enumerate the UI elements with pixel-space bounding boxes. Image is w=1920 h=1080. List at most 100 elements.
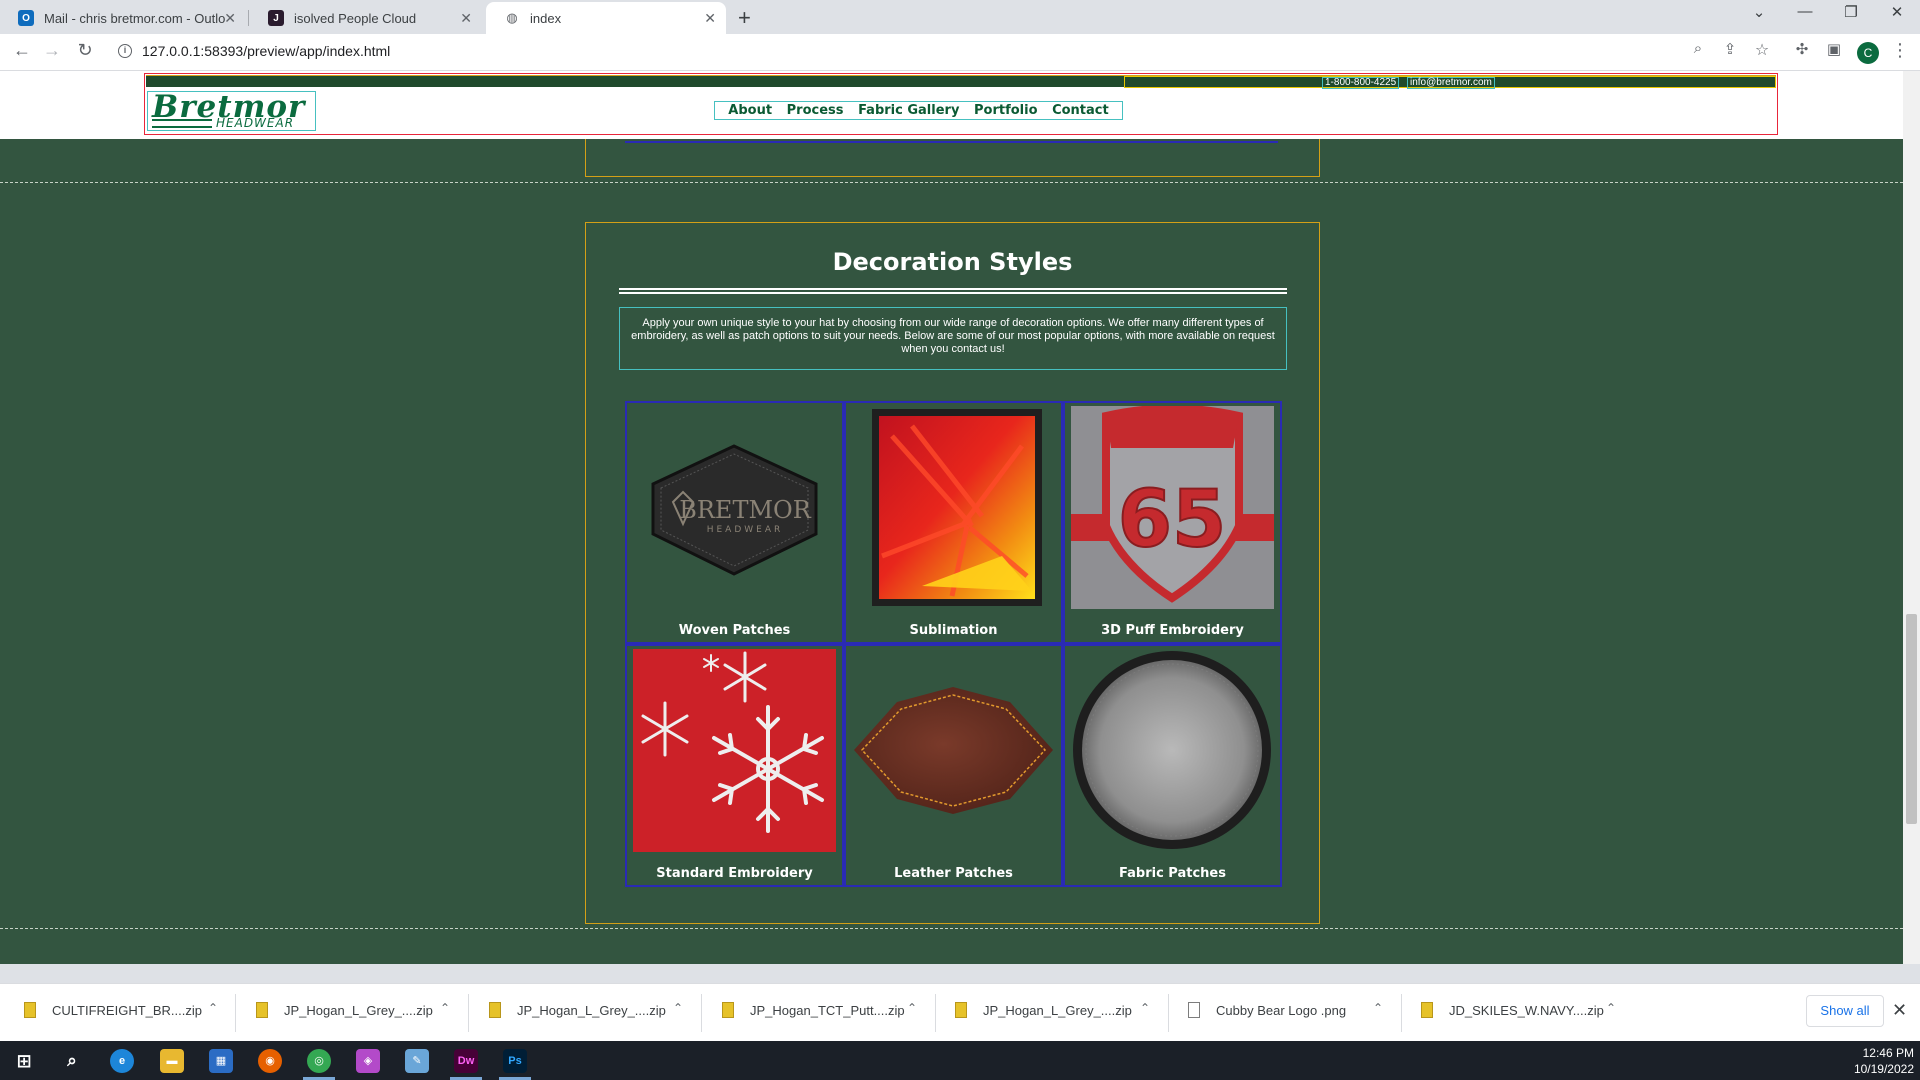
- bookmark-star-icon[interactable]: ☆: [1750, 40, 1774, 60]
- nav-about[interactable]: About: [728, 103, 772, 118]
- section-divider: [0, 928, 1903, 929]
- scrollbar-thumb[interactable]: [1906, 614, 1917, 824]
- system-clock[interactable]: 12:46 PM 10/19/2022: [1830, 1045, 1914, 1077]
- close-icon[interactable]: ✕: [224, 10, 236, 27]
- chevron-up-icon[interactable]: ⌃: [907, 1001, 917, 1015]
- decoration-card-sublimation[interactable]: Sublimation: [844, 401, 1063, 644]
- windows-start-icon[interactable]: ⊞: [12, 1049, 36, 1073]
- tab-title: index: [530, 10, 562, 26]
- decoration-label: Sublimation: [909, 623, 998, 638]
- decoration-card-woven[interactable]: BRETMOR HEADWEAR Woven Patches: [625, 401, 844, 644]
- chevron-up-icon[interactable]: ⌃: [673, 1001, 683, 1015]
- download-item[interactable]: JP_Hogan_L_Grey_....zip: [955, 1002, 1132, 1018]
- download-name: JP_Hogan_TCT_Putt....zip: [750, 1002, 905, 1018]
- extensions-icon[interactable]: ✣: [1790, 40, 1814, 58]
- store-icon[interactable]: ▦: [209, 1049, 233, 1073]
- logo-subtitle: HEADWEAR: [216, 116, 295, 130]
- show-all-button[interactable]: Show all: [1806, 995, 1884, 1027]
- tab-index[interactable]: ◍ index ✕: [486, 2, 726, 34]
- zip-file-icon: [1421, 1002, 1433, 1018]
- zip-file-icon: [722, 1002, 734, 1018]
- nav-portfolio[interactable]: Portfolio: [974, 103, 1038, 118]
- puff-embroidery-image: 65: [1071, 406, 1274, 609]
- file-explorer-icon[interactable]: ▬: [160, 1049, 184, 1073]
- dreamweaver-icon[interactable]: Dw: [454, 1049, 478, 1073]
- tab-mail[interactable]: O Mail - chris bretmor.com - Outlo ✕: [0, 2, 246, 34]
- nav-contact[interactable]: Contact: [1052, 103, 1109, 118]
- chevron-up-icon[interactable]: ⌃: [1140, 1001, 1150, 1015]
- previous-section: [585, 139, 1320, 177]
- notepad-icon[interactable]: ✎: [405, 1049, 429, 1073]
- decoration-label: Fabric Patches: [1119, 866, 1226, 881]
- chevron-up-icon[interactable]: ⌃: [440, 1001, 450, 1015]
- decoration-card-standard[interactable]: Standard Embroidery: [625, 644, 844, 887]
- decoration-card-leather[interactable]: Leather Patches: [844, 644, 1063, 887]
- download-item[interactable]: Cubby Bear Logo .png: [1188, 1002, 1346, 1018]
- chevron-up-icon[interactable]: ⌃: [208, 1001, 218, 1015]
- fabric-patch-image: [1073, 651, 1271, 849]
- close-icon[interactable]: ✕: [1892, 1000, 1907, 1021]
- close-window-button[interactable]: ✕: [1874, 3, 1920, 21]
- nav-process[interactable]: Process: [787, 103, 844, 118]
- back-button[interactable]: ←: [10, 40, 34, 61]
- zoom-icon[interactable]: ⌕: [1686, 40, 1710, 57]
- new-tab-button[interactable]: +: [738, 5, 751, 31]
- search-icon[interactable]: ⌕: [60, 1049, 84, 1073]
- decoration-styles-section: Decoration Styles Apply your own unique …: [585, 222, 1320, 924]
- windows-taskbar: ⊞ ⌕ e ▬ ▦ ◉ ◎ ◈ ✎ Dw Ps 12:46 PM 10/19/2…: [0, 1041, 1920, 1080]
- forward-button[interactable]: →: [40, 40, 64, 61]
- phone-link[interactable]: 1-800-800-4225: [1322, 77, 1400, 89]
- browser-tabstrip: O Mail - chris bretmor.com - Outlo ✕ J i…: [0, 0, 1920, 34]
- logo-lines: [152, 119, 212, 128]
- title-rule: [619, 288, 1287, 294]
- section-intro: Apply your own unique style to your hat …: [619, 307, 1287, 370]
- download-item[interactable]: JP_Hogan_L_Grey_....zip: [489, 1002, 666, 1018]
- side-panel-icon[interactable]: ▣: [1822, 40, 1846, 58]
- chrome-icon[interactable]: ◎: [307, 1049, 331, 1073]
- close-icon[interactable]: ✕: [460, 10, 472, 27]
- site-info-icon[interactable]: i: [118, 44, 132, 58]
- zip-file-icon: [24, 1002, 36, 1018]
- tab-search-icon[interactable]: ⌄: [1736, 3, 1782, 21]
- firefox-icon[interactable]: ◉: [258, 1049, 282, 1073]
- photos-icon[interactable]: ◈: [356, 1049, 380, 1073]
- site-logo[interactable]: Bretmor HEADWEAR: [147, 89, 316, 131]
- address-bar[interactable]: 127.0.0.1:58393/preview/app/index.html: [142, 43, 390, 59]
- zip-file-icon: [489, 1002, 501, 1018]
- email-link[interactable]: info@bretmor.com: [1407, 77, 1495, 89]
- divider: [935, 994, 936, 1032]
- download-item[interactable]: JP_Hogan_L_Grey_....zip: [256, 1002, 433, 1018]
- vertical-scrollbar[interactable]: [1903, 71, 1920, 964]
- contact-bar: 1-800-800-4225 info@bretmor.com: [1124, 76, 1776, 89]
- chevron-up-icon[interactable]: ⌃: [1606, 1001, 1616, 1015]
- chevron-up-icon[interactable]: ⌃: [1373, 1001, 1383, 1015]
- decoration-label: Leather Patches: [894, 866, 1013, 881]
- download-name: JD_SKILES_W.NAVY....zip: [1449, 1002, 1604, 1018]
- photoshop-icon[interactable]: Ps: [503, 1049, 527, 1073]
- section-title: Decoration Styles: [832, 248, 1073, 276]
- decoration-card-fabric[interactable]: Fabric Patches: [1063, 644, 1282, 887]
- minimize-button[interactable]: —: [1782, 3, 1828, 20]
- patch-text: 65: [1118, 475, 1227, 565]
- zip-file-icon: [955, 1002, 967, 1018]
- decoration-card-3d-puff[interactable]: 65 3D Puff Embroidery: [1063, 401, 1282, 644]
- download-item[interactable]: JD_SKILES_W.NAVY....zip: [1421, 1002, 1604, 1018]
- share-icon[interactable]: ⇪: [1718, 40, 1742, 58]
- standard-embroidery-image: [633, 649, 836, 852]
- download-item[interactable]: CULTIFREIGHT_BR....zip: [24, 1002, 202, 1018]
- divider: [468, 994, 469, 1032]
- tab-isolved[interactable]: J isolved People Cloud ✕: [250, 2, 482, 34]
- nav-fabric-gallery[interactable]: Fabric Gallery: [858, 103, 959, 118]
- close-icon[interactable]: ✕: [704, 10, 716, 27]
- header-container: 1-800-800-4225 info@bretmor.com Bretmor …: [144, 73, 1778, 135]
- decoration-label: 3D Puff Embroidery: [1101, 623, 1244, 638]
- edge-icon[interactable]: e: [110, 1049, 134, 1073]
- restore-button[interactable]: ❐: [1828, 3, 1874, 21]
- reload-button[interactable]: ↻: [73, 40, 97, 61]
- zip-file-icon: [256, 1002, 268, 1018]
- menu-icon[interactable]: ⋮: [1888, 40, 1912, 61]
- download-name: Cubby Bear Logo .png: [1216, 1002, 1347, 1018]
- sublimation-image: [872, 409, 1042, 606]
- download-item[interactable]: JP_Hogan_TCT_Putt....zip: [722, 1002, 905, 1018]
- profile-avatar[interactable]: C: [1857, 42, 1879, 64]
